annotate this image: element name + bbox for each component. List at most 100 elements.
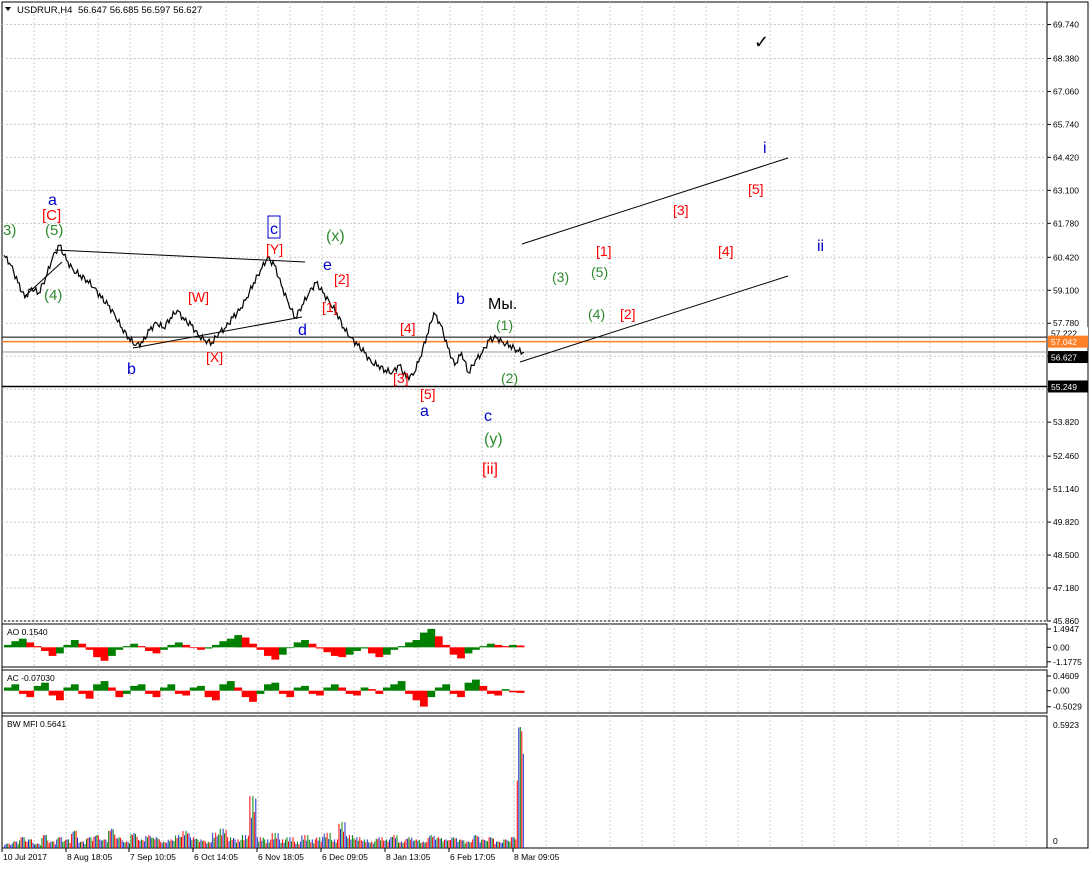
ac-bar: [212, 690, 220, 701]
wave-label: (2): [501, 370, 518, 386]
ac-bar: [442, 684, 451, 691]
wave-label: [2]: [334, 271, 350, 287]
chart-window[interactable]: 3) (5) (4) a [C] b [W] [X] [Y] c d (x) e [2] [1] [4] [3]…: [0, 0, 1089, 868]
ac-bar: [78, 690, 87, 694]
ac-bar: [412, 690, 421, 701]
wave-label: b: [456, 291, 465, 308]
ao-bar: [234, 635, 243, 648]
symbol-label: USDRUR,H4: [17, 5, 72, 16]
grid-lines: [1, 1, 1089, 849]
panel-frame-mfi: [1, 715, 1048, 849]
wave-label: d: [298, 322, 307, 339]
price-tick-label: 47.180: [1053, 583, 1079, 593]
ao-bar: [212, 644, 220, 648]
ac-bar: [479, 685, 488, 691]
ao-bar: [405, 642, 413, 648]
bw-mfi-indicator: BW MFI 0.5641 0.5923 0: [4, 719, 1079, 848]
ac-bar: [293, 687, 302, 691]
time-tick-label: 8 Aug 18:05: [67, 852, 113, 862]
price-tick-label: 59.100: [1053, 285, 1079, 295]
price-tick-label: 67.060: [1053, 86, 1079, 96]
ao-bar: [226, 638, 235, 648]
price-tick-label: 68.380: [1053, 53, 1079, 63]
mfi-tick-label: 0: [1053, 836, 1058, 846]
ac-bar: [264, 684, 272, 691]
wave-label: (4): [588, 306, 605, 322]
wave-label: 3): [3, 222, 16, 239]
ac-bar: [48, 690, 57, 696]
wave-label: c: [270, 221, 278, 238]
ao-bar: [516, 645, 525, 648]
ac-bar: [472, 679, 480, 691]
wave-label: [4]: [718, 243, 734, 259]
ao-bar: [100, 647, 109, 661]
ac-bar: [167, 684, 176, 691]
price-tick-label: 64.420: [1053, 152, 1079, 162]
ac-bar: [271, 682, 280, 691]
ac-bar: [308, 690, 317, 694]
ao-bar: [375, 647, 384, 658]
ac-bar: [256, 690, 265, 694]
wave-label: Мы.: [488, 296, 517, 313]
wave-label: b: [127, 361, 136, 378]
ac-bar: [63, 687, 72, 691]
ac-bar: [316, 690, 324, 696]
ao-bar: [464, 647, 473, 654]
triangle-down-icon[interactable]: [5, 7, 11, 11]
ac-bar: [4, 687, 12, 691]
wave-label: [Y]: [266, 241, 283, 257]
time-tick-label: 7 Sep 10:05: [130, 852, 176, 862]
ac-bar: [301, 685, 309, 691]
ao-indicator-label: AO 0.1540: [7, 627, 48, 637]
ac-indicator-label: AC -0.07030: [7, 673, 55, 683]
price-tick-label: 51.140: [1053, 484, 1079, 494]
wave-label: [3]: [673, 202, 689, 218]
ac-bar: [434, 687, 443, 691]
price-tick-label: 49.820: [1053, 517, 1079, 527]
ac-bar: [486, 690, 495, 694]
price-tick-label: 57.780: [1053, 318, 1079, 328]
support-price-label: 55.249: [1051, 382, 1077, 392]
ao-bar: [41, 647, 49, 651]
ao-bar: [293, 642, 302, 648]
checkmark-icon: ✓: [754, 32, 769, 52]
ao-bar: [137, 646, 146, 648]
wave-label: (5): [591, 264, 608, 280]
ao-tick-label: 0.00: [1053, 642, 1070, 652]
ac-tick-label: -0.5029: [1053, 702, 1082, 712]
time-tick-label: 10 Jul 2017: [3, 852, 47, 862]
ac-bar: [182, 690, 191, 696]
current-price-label: 56.627: [1051, 353, 1077, 363]
ac-bar: [234, 687, 243, 691]
ao-bar: [33, 646, 42, 648]
price-line: [3, 244, 524, 382]
ao-bar: [278, 647, 287, 655]
ac-bar: [11, 684, 20, 691]
wave-label: [5]: [748, 181, 764, 197]
ao-bar: [256, 647, 265, 650]
ac-bar: [516, 690, 525, 693]
chart-canvas[interactable]: 3) (5)(4)a[C]b[W][X][Y]cd(x)e[2][1][4][3]…: [0, 0, 1089, 868]
wave-label: a: [420, 403, 429, 420]
ac-bar: [115, 690, 124, 698]
ac-tick-label: 0.4609: [1053, 671, 1079, 681]
ao-bar: [509, 644, 517, 648]
wave-label: (y): [484, 431, 503, 448]
ao-bar: [412, 640, 421, 648]
ao-bar: [449, 647, 458, 655]
ao-bar: [301, 640, 309, 648]
ao-bar: [249, 643, 257, 648]
ac-bar: [427, 690, 436, 698]
ao-bar: [479, 646, 488, 648]
wave-label: i: [763, 140, 767, 157]
ac-bar: [41, 682, 49, 691]
window-frame: [1, 1, 1089, 849]
ac-bar: [189, 687, 198, 691]
price-tick-label: 69.740: [1053, 19, 1079, 29]
wave-label: [ii]: [482, 461, 498, 478]
ao-bar: [48, 647, 57, 656]
ao-bar: [145, 647, 153, 651]
ao-bar: [368, 647, 376, 654]
ac-bar: [390, 684, 399, 691]
ac-bar: [382, 687, 391, 691]
